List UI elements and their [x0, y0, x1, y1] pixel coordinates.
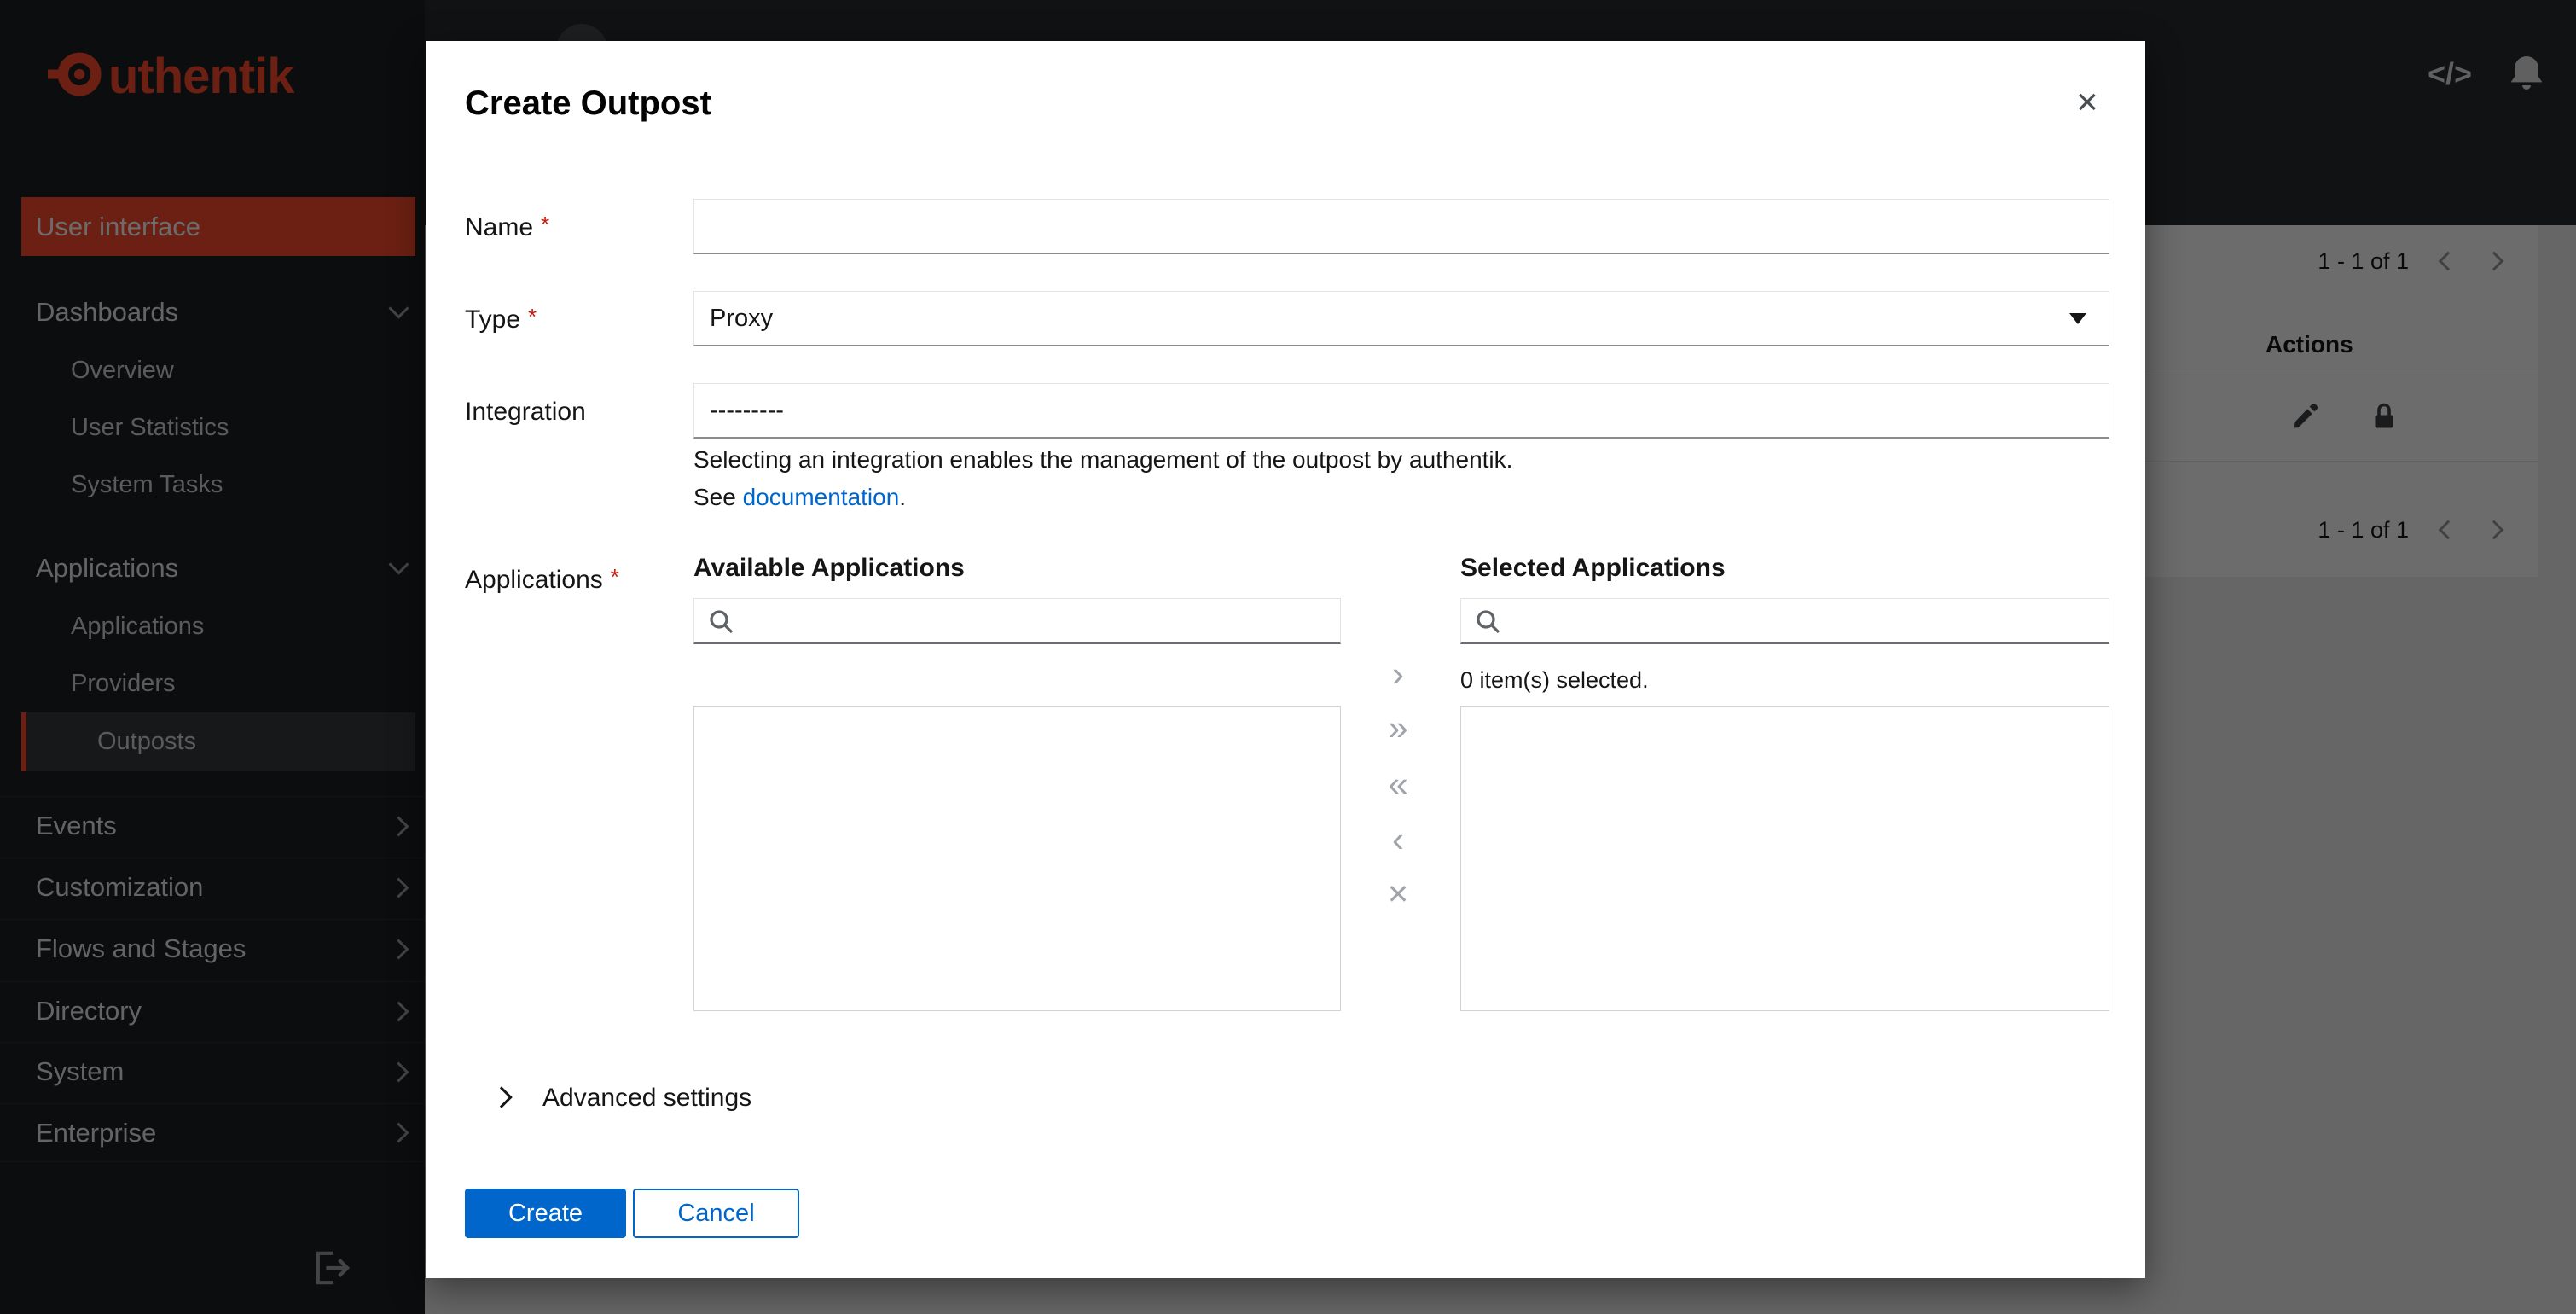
modal-title: Create Outpost [465, 84, 711, 122]
advanced-settings-toggle[interactable]: Advanced settings [542, 1083, 751, 1113]
integration-select-value: --------- [710, 396, 784, 424]
create-outpost-modal: Create Outpost × Name * Type * Proxy Integ… [426, 41, 2145, 1278]
required-marker: * [610, 564, 619, 590]
chevron-right-icon[interactable] [490, 1086, 513, 1108]
add-selected-button[interactable]: › [1374, 650, 1422, 698]
remove-selected-button[interactable]: ‹ [1374, 816, 1422, 863]
selected-applications-list[interactable] [1460, 706, 2109, 1011]
name-field[interactable] [693, 199, 2109, 254]
screen: uthentik User interface Dashboards Overv… [0, 0, 2576, 1314]
search-icon [706, 607, 737, 642]
available-search-input[interactable] [746, 599, 1335, 642]
available-applications-title: Available Applications [693, 554, 965, 582]
integration-help-text: Selecting an integration enables the man… [693, 446, 1513, 473]
type-select-value: Proxy [710, 304, 774, 332]
type-select[interactable]: Proxy [693, 291, 2109, 346]
selected-applications-title: Selected Applications [1460, 554, 1726, 582]
clear-selection-button[interactable]: ✕ [1374, 870, 1422, 918]
available-applications-list[interactable] [693, 706, 1341, 1011]
documentation-link[interactable]: documentation [743, 484, 900, 510]
integration-label: Integration [465, 398, 586, 426]
search-icon [1473, 607, 1504, 642]
name-label: Name * [465, 212, 550, 241]
chevron-down-icon [2069, 312, 2086, 324]
type-label: Type * [465, 304, 537, 334]
selected-search-box [1460, 598, 2109, 644]
integration-select[interactable]: --------- [693, 383, 2109, 439]
available-search-box [693, 598, 1341, 644]
create-button[interactable]: Create [465, 1189, 626, 1238]
remove-all-button[interactable]: « [1374, 760, 1422, 808]
required-marker: * [541, 212, 550, 237]
add-all-button[interactable]: » [1374, 704, 1422, 752]
selected-search-input[interactable] [1512, 599, 2103, 642]
selected-count-text: 0 item(s) selected. [1460, 667, 1649, 693]
required-marker: * [528, 304, 537, 329]
integration-help-line2: See documentation. [693, 484, 907, 510]
cancel-button[interactable]: Cancel [633, 1189, 799, 1238]
applications-label: Applications * [465, 564, 619, 594]
close-icon[interactable]: × [2060, 75, 2115, 130]
